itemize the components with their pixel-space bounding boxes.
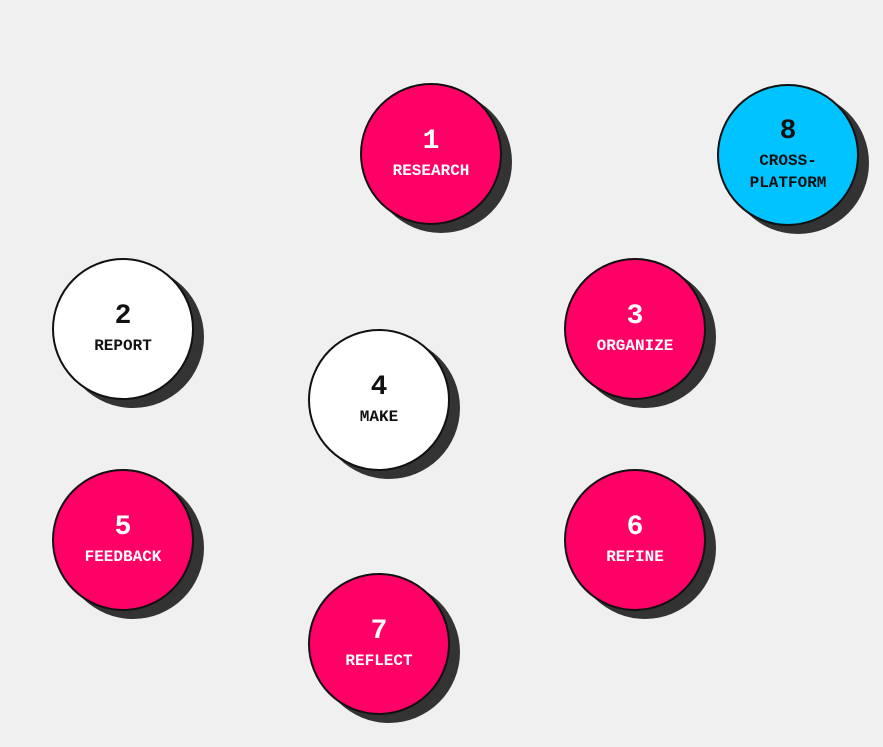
- node-number: 7: [370, 616, 388, 647]
- node-organize[interactable]: 3 ORGANIZE: [564, 258, 716, 408]
- node-label: ORGANIZE: [596, 337, 674, 355]
- node-circle[interactable]: 3 ORGANIZE: [564, 258, 706, 400]
- node-circle[interactable]: 2 REPORT: [52, 258, 194, 400]
- node-circle[interactable]: 4 MAKE: [308, 329, 450, 471]
- process-diagram: 1 RESEARCH 2 REPORT 3 ORGANIZE 4 MAKE 5 …: [0, 0, 883, 747]
- node-circle[interactable]: 6 REFINE: [564, 469, 706, 611]
- node-circle[interactable]: 5 FEEDBACK: [52, 469, 194, 611]
- node-label: MAKE: [359, 408, 399, 426]
- node-reflect[interactable]: 7 REFLECT: [308, 573, 460, 723]
- node-research[interactable]: 1 RESEARCH: [360, 83, 512, 233]
- node-number: 4: [370, 372, 388, 403]
- node-number: 6: [626, 512, 644, 543]
- node-number: 5: [114, 512, 132, 543]
- node-circle[interactable]: 1 RESEARCH: [360, 83, 502, 225]
- node-make[interactable]: 4 MAKE: [308, 329, 460, 479]
- node-refine[interactable]: 6 REFINE: [564, 469, 716, 619]
- node-label: RESEARCH: [392, 162, 470, 180]
- node-label: REFINE: [606, 548, 664, 566]
- node-number: 3: [626, 301, 644, 332]
- node-number: 8: [779, 116, 797, 147]
- node-label: FEEDBACK: [84, 548, 162, 566]
- node-report[interactable]: 2 REPORT: [52, 258, 204, 408]
- node-circle[interactable]: 8 CROSS- PLATFORM: [717, 84, 859, 226]
- node-number: 2: [114, 301, 132, 332]
- node-feedback[interactable]: 5 FEEDBACK: [52, 469, 204, 619]
- node-label: REFLECT: [345, 652, 413, 670]
- node-number: 1: [422, 126, 440, 157]
- node-label: REPORT: [94, 337, 152, 355]
- node-circle[interactable]: 7 REFLECT: [308, 573, 450, 715]
- node-cross-platform[interactable]: 8 CROSS- PLATFORM: [717, 84, 869, 234]
- node-label: CROSS- PLATFORM: [749, 152, 827, 192]
